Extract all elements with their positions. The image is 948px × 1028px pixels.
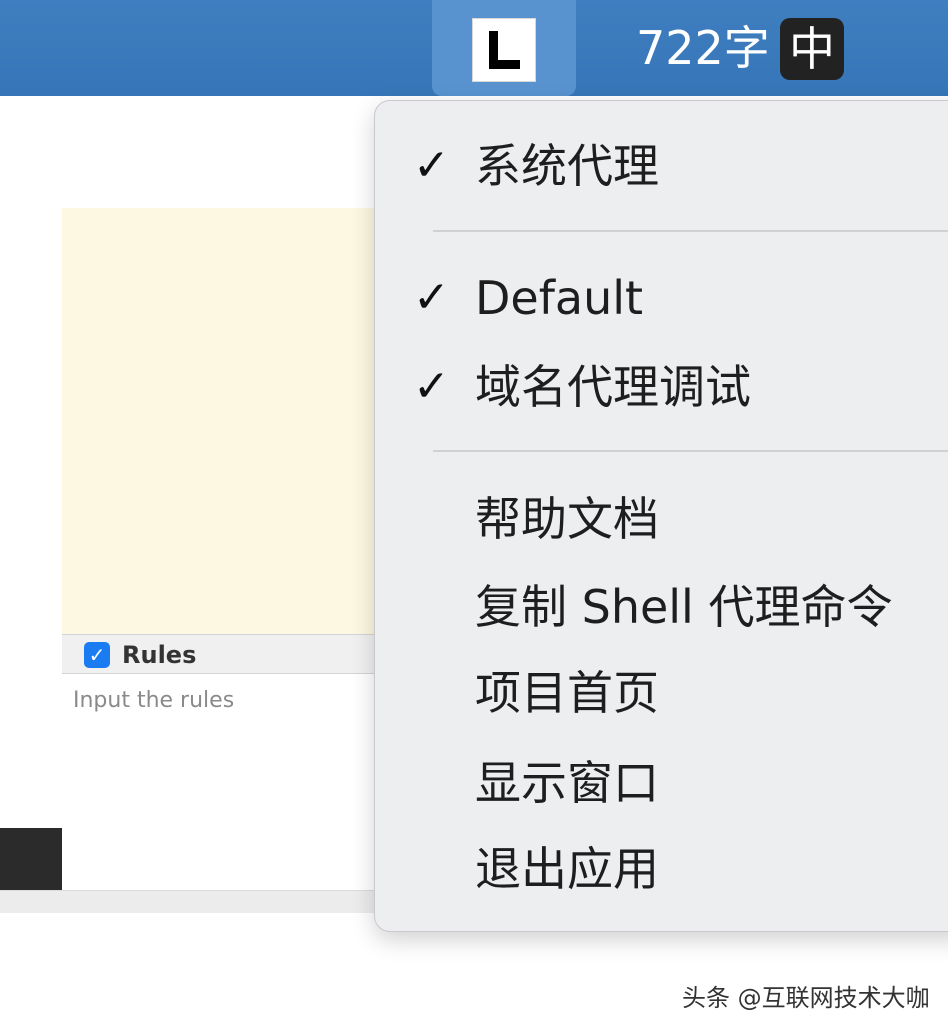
status-item-app[interactable] [432, 0, 576, 96]
menu-item-label: 退出应用 [475, 842, 659, 896]
left-sidebar [0, 208, 63, 890]
watermark: 头条 @互联网技术大咖 [682, 984, 930, 1012]
rules-checkbox[interactable]: ✓ [84, 642, 110, 668]
l-logo-icon [472, 18, 536, 82]
menu-item-label: 帮助文档 [475, 492, 659, 546]
menu-item-label: Default [475, 271, 644, 325]
menu-item-default[interactable]: ✓ Default [375, 263, 948, 333]
menu-item-help-docs[interactable]: 帮助文档 [375, 484, 948, 554]
menu-item-domain-proxy-debug[interactable]: ✓ 域名代理调试 [375, 352, 948, 422]
menu-item-project-home[interactable]: 项目首页 [375, 658, 948, 728]
menu-separator [433, 450, 948, 452]
input-method-indicator[interactable]: 中 [780, 18, 844, 80]
menu-item-label: 系统代理 [475, 139, 659, 193]
window-bottom-edge [0, 890, 380, 913]
rules-placeholder: Input the rules [73, 688, 235, 713]
menu-item-system-proxy[interactable]: ✓ 系统代理 [375, 131, 948, 201]
menu-separator [433, 230, 948, 232]
menu-bar: 722字 中 [0, 0, 948, 96]
rules-label: Rules [122, 641, 197, 669]
menu-item-copy-shell-proxy[interactable]: 复制 Shell 代理命令 [375, 572, 948, 642]
menu-item-label: 显示窗口 [475, 756, 659, 810]
checkmark-icon: ✓ [413, 361, 450, 412]
menu-item-label: 项目首页 [475, 666, 659, 720]
checkmark-icon: ✓ [413, 140, 450, 191]
menu-item-label: 域名代理调试 [475, 360, 751, 414]
checkmark-icon: ✓ [413, 272, 450, 323]
menu-item-show-window[interactable]: 显示窗口 [375, 748, 948, 818]
status-menu: ✓ 系统代理 ✓ Default ✓ 域名代理调试 帮助文档 复制 Shell … [374, 100, 948, 932]
rules-header: ✓ Rules [62, 634, 380, 674]
rules-input[interactable]: Input the rules [62, 674, 380, 890]
window-toolbar [0, 96, 380, 209]
menu-item-label: 复制 Shell 代理命令 [475, 580, 893, 634]
word-count-indicator[interactable]: 722字 [636, 20, 770, 76]
menu-item-quit[interactable]: 退出应用 [375, 834, 948, 904]
left-sidebar-dark-block [0, 828, 62, 890]
config-editor[interactable] [62, 208, 380, 634]
